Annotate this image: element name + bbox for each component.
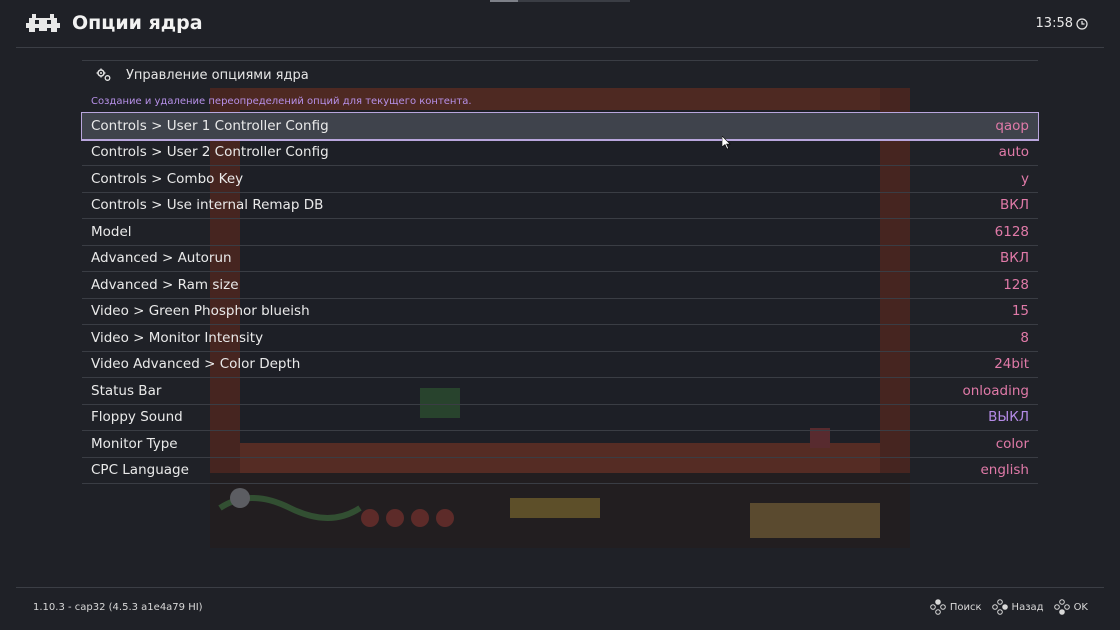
core-option-label: Model xyxy=(91,223,132,240)
hint-search-label: Поиск xyxy=(949,601,982,613)
core-option-label: Video > Monitor Intensity xyxy=(91,329,264,346)
core-options-screen: Опции ядра 13:58 Управление опциями ядра… xyxy=(0,0,1120,630)
mouse-cursor-icon xyxy=(722,136,731,150)
core-option-row[interactable]: Status Bar onloading xyxy=(82,378,1038,405)
core-option-row[interactable]: Advanced > Ram size 128 xyxy=(82,272,1038,299)
manage-core-options-label: Управление опциями ядра xyxy=(126,67,309,83)
core-option-label: Controls > User 2 Controller Config xyxy=(91,144,329,161)
core-option-label: Controls > User 1 Controller Config xyxy=(91,117,329,134)
clock: 13:58 xyxy=(1036,16,1088,31)
core-option-value[interactable]: 15 xyxy=(1012,303,1029,319)
gamepad-button-icon xyxy=(1053,599,1070,615)
core-option-value[interactable]: ВЫКЛ xyxy=(988,409,1029,425)
core-option-row[interactable]: Controls > User 1 Controller Config qaop xyxy=(81,112,1039,141)
core-option-row[interactable]: Advanced > Autorun ВКЛ xyxy=(82,246,1038,272)
core-option-value[interactable]: qaop xyxy=(995,118,1029,134)
hint-search[interactable]: Поиск xyxy=(930,599,982,615)
manage-core-options-item[interactable]: Управление опциями ядра xyxy=(82,60,1038,89)
gamepad-button-icon xyxy=(991,599,1008,615)
hint-back-label: Назад xyxy=(1011,601,1044,613)
core-option-row[interactable]: CPC Language english xyxy=(82,458,1038,484)
core-option-row[interactable]: Floppy Sound ВЫКЛ xyxy=(82,405,1038,431)
core-option-label: Status Bar xyxy=(91,382,162,399)
core-option-row[interactable]: Controls > User 2 Controller Config auto xyxy=(82,140,1038,166)
footer-divider xyxy=(16,587,1104,588)
retroarch-invader-icon xyxy=(26,14,60,32)
core-option-row[interactable]: Video > Green Phosphor blueish 15 xyxy=(82,299,1038,325)
clock-time: 13:58 xyxy=(1035,16,1073,31)
core-option-value[interactable]: auto xyxy=(999,144,1029,160)
gears-icon xyxy=(96,68,111,81)
core-option-value[interactable]: english xyxy=(980,462,1029,478)
core-option-row[interactable]: Controls > Use internal Remap DB ВКЛ xyxy=(82,193,1038,219)
core-option-value[interactable]: 128 xyxy=(1003,277,1029,293)
core-option-label: Controls > Use internal Remap DB xyxy=(91,197,324,214)
core-option-label: Advanced > Autorun xyxy=(91,250,232,267)
core-option-row[interactable]: Video Advanced > Color Depth 24bit xyxy=(82,352,1038,378)
core-option-label: Floppy Sound xyxy=(91,409,183,426)
manage-core-options-sublabel: Создание и удаление переопределений опци… xyxy=(91,95,472,107)
core-option-label: Video > Green Phosphor blueish xyxy=(91,303,310,320)
core-options-list: Управление опциями ядра Создание и удале… xyxy=(81,60,1039,484)
header-divider xyxy=(16,47,1104,48)
core-option-label: CPC Language xyxy=(91,462,189,479)
core-option-value[interactable]: onloading xyxy=(962,383,1029,399)
core-option-label: Controls > Combo Key xyxy=(91,170,244,187)
core-option-value[interactable]: ВКЛ xyxy=(1000,250,1029,266)
core-option-label: Video Advanced > Color Depth xyxy=(91,356,301,373)
hint-back[interactable]: Назад xyxy=(991,599,1044,615)
core-option-value[interactable]: 6128 xyxy=(995,224,1029,240)
core-option-value[interactable]: y xyxy=(1021,171,1029,187)
core-option-value[interactable]: 24bit xyxy=(994,356,1029,372)
core-option-row[interactable]: Controls > Combo Key y xyxy=(82,166,1038,193)
core-option-label: Monitor Type xyxy=(91,435,178,452)
core-option-label: Advanced > Ram size xyxy=(91,276,239,293)
page-title: Опции ядра xyxy=(72,12,203,34)
core-option-row[interactable]: Model 6128 xyxy=(82,219,1038,246)
core-option-value[interactable]: color xyxy=(996,436,1029,452)
footer-hints: Поиск Назад OK xyxy=(930,599,1088,615)
core-option-row[interactable]: Video > Monitor Intensity 8 xyxy=(82,325,1038,352)
core-version-label: 1.10.3 - cap32 (4.5.3 a1e4a79 HI) xyxy=(33,602,203,613)
core-option-value[interactable]: ВКЛ xyxy=(1000,197,1029,213)
header: Опции ядра 13:58 xyxy=(0,0,1120,48)
hint-ok[interactable]: OK xyxy=(1053,599,1088,615)
clock-icon xyxy=(1076,17,1088,30)
options-container: Controls > User 1 Controller Config qaop C… xyxy=(81,112,1039,484)
core-option-value[interactable]: 8 xyxy=(1020,330,1029,346)
hint-ok-label: OK xyxy=(1073,601,1088,613)
core-option-row[interactable]: Monitor Type color xyxy=(82,431,1038,458)
gamepad-button-icon xyxy=(930,599,946,615)
